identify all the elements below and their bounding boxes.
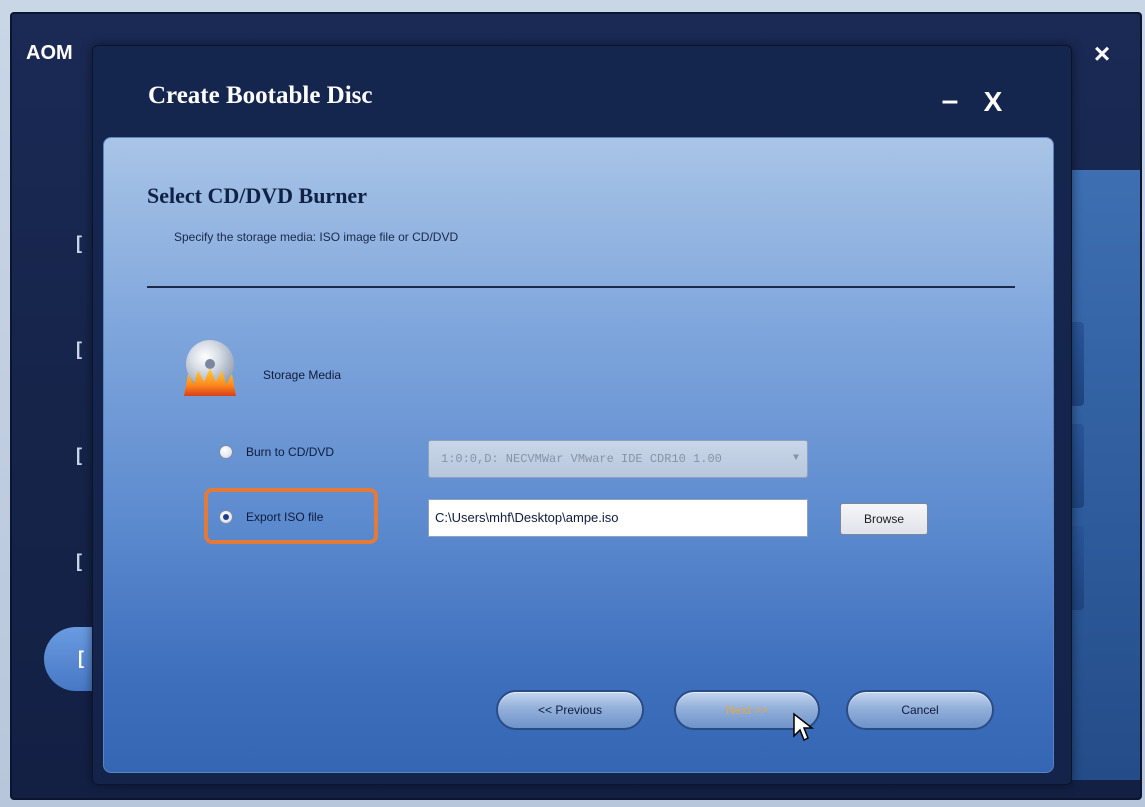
divider [147,286,1015,288]
previous-button[interactable]: << Previous [496,690,644,730]
chevron-down-icon: ▼ [792,453,799,464]
close-button[interactable]: X [978,86,1008,118]
sidebar-item-icon: [ [78,648,84,668]
sidebar-item-icon[interactable]: [ [76,444,90,466]
section-title: Select CD/DVD Burner [147,183,367,208]
sidebar-item-icon[interactable]: [ [76,338,90,360]
section-subtitle: Specify the storage media: ISO image fil… [174,230,459,244]
drive-select-value: 1:0:0,D: NECVMWar VMware IDE CDR10 1.00 [441,452,722,466]
dialog-title: Create Bootable Disc [148,82,373,109]
browse-button[interactable]: Browse [840,503,928,535]
highlight-annotation [204,488,378,544]
drive-select[interactable]: 1:0:0,D: NECVMWar VMware IDE CDR10 1.00 … [428,440,808,478]
iso-path-input[interactable]: C:\Users\mhf\Desktop\ampe.iso [428,499,808,537]
parent-close-button[interactable]: × [1086,38,1118,70]
parent-window-title: AOM [26,42,73,64]
sidebar-item-icon[interactable]: [ [76,232,90,254]
sidebar-item-icon[interactable]: [ [76,550,90,572]
burn-radio[interactable] [219,445,233,459]
burning-disc-icon [184,340,236,396]
minimize-button[interactable]: – [936,86,964,116]
mouse-cursor-icon [793,712,815,742]
storage-media-label: Storage Media [263,368,342,382]
burn-label[interactable]: Burn to CD/DVD [246,445,334,459]
cancel-button[interactable]: Cancel [846,690,994,730]
